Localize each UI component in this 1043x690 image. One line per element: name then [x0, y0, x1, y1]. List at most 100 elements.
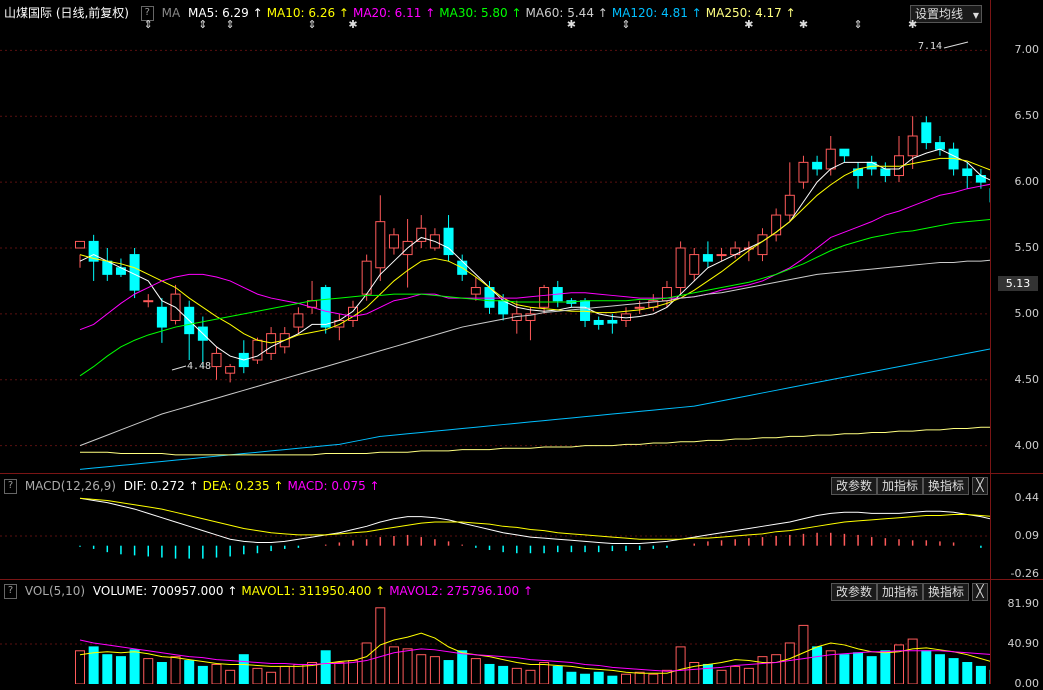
settings-ma-button[interactable]: 设置均线 ▼ [910, 5, 982, 23]
main-axis-border [990, 0, 991, 684]
volume-bar [866, 656, 877, 684]
volume-bar [348, 660, 358, 684]
vol-close-button[interactable]: ╳ [972, 583, 988, 601]
candle[interactable] [743, 241, 754, 262]
candle[interactable] [443, 215, 454, 262]
vol-help-icon[interactable]: ? [4, 584, 17, 599]
macd-chart[interactable] [0, 494, 990, 578]
volume-bar [730, 665, 741, 684]
candle-body [293, 313, 304, 328]
volume-chart[interactable] [0, 600, 990, 684]
candle-body [675, 247, 686, 289]
candle[interactable] [866, 155, 877, 176]
volume-tick: 40.90 [1007, 637, 1040, 651]
candle[interactable] [880, 162, 891, 183]
macd-add-indicator-button[interactable]: 加指标 [877, 477, 924, 495]
volume-bar [170, 656, 181, 684]
ma-indicator-label[interactable]: MA [162, 6, 181, 20]
macd-switch-indicator-button[interactable]: 换指标 [923, 477, 970, 495]
macd-item-1: DEA: 0.235 ↑ [202, 479, 284, 493]
candle[interactable] [211, 346, 222, 380]
candle[interactable] [375, 195, 386, 281]
settings-ma-label: 设置均线 [915, 7, 964, 21]
main-panel-bottom-border [0, 473, 1043, 474]
volume-bar [552, 665, 563, 684]
low-pointer [171, 365, 187, 371]
candle[interactable] [252, 337, 263, 364]
candle[interactable] [156, 298, 167, 343]
candle[interactable] [798, 155, 809, 189]
vol-item-1: MAVOL1: 311950.400 ↑ [241, 584, 386, 598]
volume-bar [470, 658, 481, 684]
candle[interactable] [894, 136, 904, 183]
candle[interactable] [580, 298, 591, 328]
vol-item-2: MAVOL2: 275796.100 ↑ [389, 584, 534, 598]
candle[interactable] [525, 307, 536, 341]
candle[interactable] [689, 248, 700, 281]
candle[interactable] [402, 219, 413, 288]
volume-bar [798, 624, 809, 684]
volume-bar [416, 654, 427, 684]
macd-modify-params-button[interactable]: 改参数 [831, 477, 878, 495]
candlestick-chart[interactable] [0, 24, 990, 472]
candle[interactable] [853, 162, 864, 189]
candle[interactable] [75, 240, 85, 268]
candle[interactable] [539, 284, 550, 314]
ma-items: MA5: 6.29 ↑ MA10: 6.26 ↑ MA20: 6.11 ↑ MA30:… [188, 6, 800, 20]
candle[interactable] [320, 284, 331, 334]
stock-title: 山煤国际 (日线,前复权) [4, 6, 129, 20]
candle[interactable] [771, 208, 782, 242]
macd-help-icon[interactable]: ? [4, 479, 17, 494]
candle[interactable] [307, 280, 318, 314]
volume-bar [880, 650, 891, 684]
candle[interactable] [416, 215, 427, 248]
volume-bar [361, 642, 372, 684]
candle[interactable] [812, 155, 823, 176]
volume-bar [539, 662, 550, 684]
price-tick: 7.00 [1014, 43, 1040, 57]
vol-modify-params-button[interactable]: 改参数 [831, 583, 878, 601]
candle[interactable] [757, 228, 768, 262]
volume-bar [784, 642, 795, 684]
volume-bar [429, 656, 440, 684]
ma-line-ma20 [79, 183, 990, 331]
candle-body [921, 122, 932, 144]
candle[interactable] [593, 316, 604, 330]
volume-bar [225, 669, 236, 684]
macd-close-button[interactable]: ╳ [972, 477, 988, 495]
volume-bar [102, 654, 113, 684]
candle[interactable] [484, 280, 495, 314]
volume-bar [75, 650, 85, 684]
candle[interactable] [962, 162, 973, 189]
volume-bar [266, 671, 277, 684]
candle[interactable] [184, 300, 195, 360]
candle[interactable] [839, 148, 850, 163]
volume-bar [498, 665, 509, 684]
candle[interactable] [429, 228, 440, 251]
dea-line [79, 497, 990, 540]
candle-body [211, 352, 222, 368]
candle[interactable] [702, 241, 713, 268]
candle[interactable] [784, 162, 795, 222]
candle[interactable] [675, 241, 686, 295]
price-tick: 4.50 [1014, 372, 1040, 386]
candle[interactable] [388, 228, 399, 255]
candle[interactable] [197, 316, 208, 367]
vol-add-indicator-button[interactable]: 加指标 [877, 583, 924, 601]
candle[interactable] [143, 294, 154, 308]
candle[interactable] [470, 276, 481, 301]
volume-bar [921, 650, 932, 684]
candle-body [702, 254, 713, 262]
candle[interactable] [238, 340, 249, 374]
candle[interactable] [102, 248, 113, 281]
candle[interactable] [934, 136, 945, 156]
candle[interactable] [921, 116, 932, 150]
candle[interactable] [293, 307, 304, 334]
volume-bar [702, 663, 713, 684]
candle[interactable] [266, 327, 277, 360]
volume-bar [648, 673, 659, 684]
candle[interactable] [170, 284, 181, 325]
vol-switch-indicator-button[interactable]: 换指标 [923, 583, 970, 601]
candle-body [388, 234, 399, 249]
candle[interactable] [566, 298, 577, 308]
